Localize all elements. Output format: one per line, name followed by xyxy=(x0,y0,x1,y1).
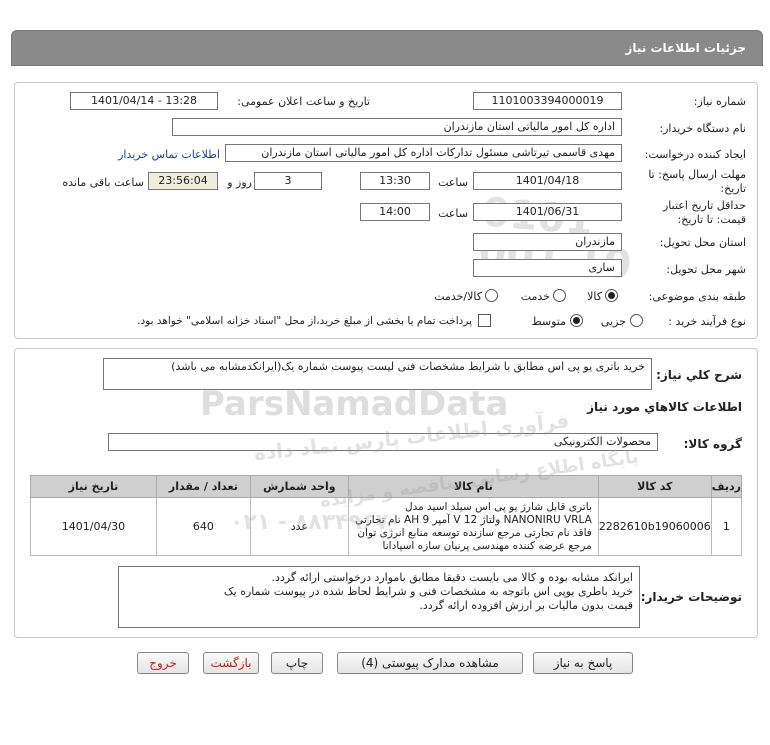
col-code: کد کالا xyxy=(597,475,712,498)
deadline-days-field: 3 xyxy=(254,172,322,190)
remaining-time-field: 23:56:04 xyxy=(148,172,218,190)
goods-group-field: محصولات الکترونیکی xyxy=(108,433,658,451)
validity-date-field: 1401/06/31 xyxy=(473,203,622,221)
view-attachments-button[interactable]: مشاهده مدارک پیوستی (4) xyxy=(337,652,523,674)
buyer-notes-line: ایرانکد مشابه بوده و کالا می بایست دقیقا… xyxy=(271,571,633,584)
city-label: شهر محل تحویل: xyxy=(666,263,746,276)
city-field: ساری xyxy=(473,259,622,277)
row-index: 1 xyxy=(710,497,743,556)
goods-table-header: ردیف کد کالا نام کالا واحد شمارش تعداد /… xyxy=(30,475,743,498)
treasury-checkbox[interactable] xyxy=(478,314,491,327)
announce-label: تاریخ و ساعت اعلان عمومی: xyxy=(237,95,370,108)
category-option-both: کالا/خدمت xyxy=(434,290,482,303)
buyer-org-label: نام دستگاه خریدار: xyxy=(659,122,746,135)
validity-label: حداقل تاریخ اعتبار قیمت: تا تاریخ: xyxy=(662,199,746,226)
deadline-days-label: روز و xyxy=(227,176,252,189)
goods-section-title: اطلاعات کالاهاي مورد نياز xyxy=(587,400,742,414)
buyer-notes-line: خرید باطری یوپی اس باتوجه به مشخصات فنی … xyxy=(223,585,633,598)
col-name: نام کالا xyxy=(347,475,599,498)
category-option-service: خدمت xyxy=(520,290,550,303)
col-index: ردیف xyxy=(710,475,743,498)
row-unit: عدد xyxy=(249,497,349,556)
deadline-label: مهلت ارسال پاسخ: تا تاریخ: xyxy=(648,168,746,195)
col-date: تاریخ نیاز xyxy=(30,475,157,498)
requester-field: مهدی قاسمی تیرتاشی مسئول تدارکات اداره ک… xyxy=(225,144,622,162)
buyer-notes-line: قیمت بدون مالیات بر ارزش افزوده ارائه گر… xyxy=(419,599,633,612)
process-label: نوع فرآیند خرید : xyxy=(668,315,746,328)
buyer-contact-link[interactable]: اطلاعات تماس خریدار xyxy=(108,148,220,161)
deadline-time-field: 13:30 xyxy=(360,172,430,190)
validity-time-field: 14:00 xyxy=(360,203,430,221)
back-button[interactable]: بازگشت xyxy=(203,652,259,674)
process-radio-medium[interactable] xyxy=(570,314,583,327)
category-radio-both[interactable] xyxy=(485,289,498,302)
row-qty: 640 xyxy=(155,497,251,556)
row-name: باتری قابل شارژ یو پی اس سیلد اسید مدل N… xyxy=(347,497,599,556)
deadline-date-field: 1401/04/18 xyxy=(473,172,622,190)
table-row: 1 2282610b19060006 باتری قابل شارژ یو پی… xyxy=(30,497,743,556)
col-qty: تعداد / مقدار xyxy=(155,475,251,498)
need-number-field: 1101003394000019 xyxy=(473,92,622,110)
announce-field: 1401/04/14 - 13:28 xyxy=(70,92,218,110)
province-field: مازندران xyxy=(473,233,622,251)
print-button[interactable]: چاپ xyxy=(271,652,323,674)
row-code: 2282610b19060006 xyxy=(597,497,712,556)
need-number-label: شماره نیاز: xyxy=(693,95,746,108)
category-radio-goods[interactable] xyxy=(605,289,618,302)
validity-time-label: ساعت xyxy=(438,207,468,220)
col-unit: واحد شمارش xyxy=(249,475,349,498)
exit-button[interactable]: خروج xyxy=(137,652,189,674)
category-label: طبقه بندی موضوعی: xyxy=(648,290,746,303)
process-option-medium: متوسط xyxy=(531,315,566,328)
category-radio-service[interactable] xyxy=(553,289,566,302)
page-header: جزئیات اطلاعات نیاز xyxy=(11,30,763,66)
summary-field: خرید باتری یو پی اس مطابق با شرایط مشخصا… xyxy=(103,358,652,390)
buyer-notes-field: ایرانکد مشابه بوده و کالا می بایست دقیقا… xyxy=(118,566,640,628)
process-radio-minor[interactable] xyxy=(630,314,643,327)
buyer-notes-label: توضیحات خریدار: xyxy=(640,590,742,604)
page-title: جزئیات اطلاعات نیاز xyxy=(625,41,746,55)
requester-label: ایجاد کننده درخواست: xyxy=(644,148,746,161)
remaining-time-label: ساعت باقی مانده xyxy=(62,176,144,189)
row-date: 1401/04/30 xyxy=(30,497,157,556)
goods-group-label: گروه کالا: xyxy=(683,437,742,451)
province-label: استان محل تحویل: xyxy=(659,236,746,249)
category-option-goods: کالا xyxy=(587,290,602,303)
deadline-time-label: ساعت xyxy=(438,176,468,189)
process-option-minor: جزیی xyxy=(600,315,626,328)
buyer-org-field: اداره کل امور مالیاتی استان مازندران xyxy=(172,118,622,136)
treasury-note: پرداخت تمام یا بخشی از مبلغ خرید،از محل … xyxy=(137,315,472,327)
reply-button[interactable]: پاسخ به نیاز xyxy=(533,652,633,674)
goods-table: ردیف کد کالا نام کالا واحد شمارش تعداد /… xyxy=(30,475,743,556)
summary-label: شرح کلي نياز: xyxy=(656,368,742,382)
